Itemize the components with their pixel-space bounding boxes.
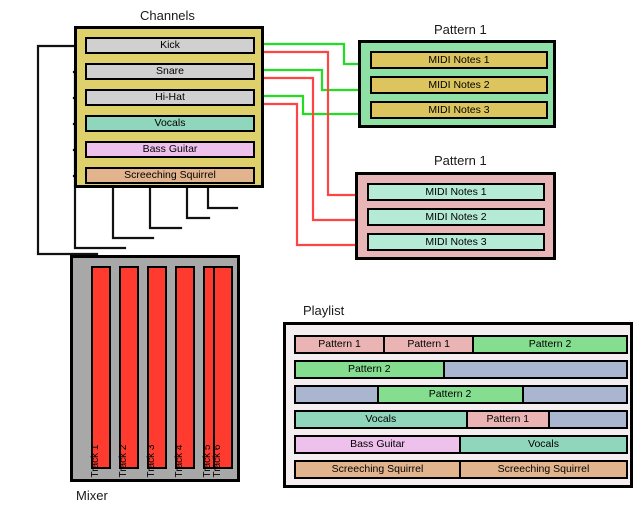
diagram-canvas: Channels Kick Snare Hi-Hat Vocals Bass G… [0,0,640,515]
playlist-row[interactable]: Pattern 2 [294,360,628,379]
playlist-empty-slot[interactable] [444,362,626,377]
channel-label: Snare [155,65,185,77]
playlist-clip[interactable]: Vocals [296,412,468,427]
playlist-empty-slot[interactable] [550,412,626,427]
midi-notes-row[interactable]: MIDI Notes 2 [370,76,548,94]
midi-notes-label: MIDI Notes 3 [428,103,490,116]
pattern-top-title: Pattern 1 [434,22,487,37]
playlist-row[interactable]: Vocals Pattern 1 [294,410,628,429]
playlist-clip[interactable]: Screeching Squirrel [296,462,461,477]
channel-label: Vocals [154,117,186,129]
midi-notes-label: MIDI Notes 3 [425,235,487,248]
pattern-panel-bottom: MIDI Notes 1 MIDI Notes 2 MIDI Notes 3 [355,172,556,260]
playlist-title: Playlist [303,303,345,318]
playlist-row[interactable]: Pattern 2 [294,385,628,404]
mixer-title: Mixer [76,488,108,503]
playlist-clip[interactable]: Pattern 1 [385,337,475,352]
mixer-panel: Track 1 Track 2 Track 3 Track 4 Track 5 … [70,255,240,482]
playlist-clip[interactable]: Screeching Squirrel [461,462,626,477]
wire-kick-to-midi1 [248,42,364,66]
mixer-track[interactable]: Track 4 [174,266,195,477]
mixer-track-label: Track 1 [90,444,101,478]
mixer-track[interactable]: Track 2 [118,266,139,477]
mixer-track-label: Track 2 [118,444,129,478]
playlist-clip[interactable]: Pattern 2 [296,362,445,377]
channel-label: Screeching Squirrel [124,169,216,181]
midi-notes-label: MIDI Notes 1 [425,185,487,198]
midi-notes-label: MIDI Notes 2 [428,78,490,91]
mixer-track-label: Track 6 [212,444,223,478]
playlist-clip[interactable]: Bass Guitar [296,437,461,452]
midi-notes-label: MIDI Notes 1 [428,53,490,66]
channel-label: Bass Guitar [142,143,198,155]
channel-vocals[interactable]: Vocals [85,115,255,132]
channel-kick[interactable]: Kick [85,37,255,54]
playlist-row[interactable]: Bass Guitar Vocals [294,435,628,454]
playlist-row[interactable]: Pattern 1 Pattern 1 Pattern 2 [294,335,628,354]
wire-group-channels-to-pattern-top [248,42,364,116]
channel-label: Hi-Hat [155,91,185,103]
mixer-track-label: Track 4 [174,444,185,478]
midi-notes-row[interactable]: MIDI Notes 3 [370,101,548,119]
mixer-track[interactable]: Track 1 [90,266,111,477]
channel-bass-guitar[interactable]: Bass Guitar [85,141,255,158]
channel-hi-hat[interactable]: Hi-Hat [85,89,255,106]
playlist-row[interactable]: Screeching Squirrel Screeching Squirrel [294,460,628,479]
playlist-empty-slot[interactable] [296,387,379,402]
channels-panel: Kick Snare Hi-Hat Vocals Bass Guitar Scr… [74,26,264,188]
channel-snare[interactable]: Snare [85,63,255,80]
wire-group-channels-to-pattern-bottom [248,50,362,247]
midi-notes-row[interactable]: MIDI Notes 1 [370,51,548,69]
playlist-clip[interactable]: Pattern 1 [296,337,386,352]
channel-screeching-squirrel[interactable]: Screeching Squirrel [85,167,255,184]
mixer-track[interactable]: Track 3 [146,266,167,477]
wire-hihat-to-midi3-b [248,102,362,247]
playlist-clip[interactable]: Pattern 1 [467,412,551,427]
channel-label: Kick [160,39,180,51]
playlist-clip[interactable]: Pattern 2 [474,337,626,352]
pattern-panel-top: MIDI Notes 1 MIDI Notes 2 MIDI Notes 3 [358,40,556,128]
mixer-track-label: Track 3 [146,444,157,478]
wire-snare-to-midi2 [248,68,364,92]
channels-title: Channels [140,8,195,23]
playlist-clip[interactable]: Vocals [461,437,626,452]
pattern-bottom-title: Pattern 1 [434,153,487,168]
playlist-empty-slot[interactable] [523,387,626,402]
wire-snare-to-midi2-b [248,76,362,222]
midi-notes-row[interactable]: MIDI Notes 2 [367,208,545,226]
midi-notes-row[interactable]: MIDI Notes 1 [367,183,545,201]
midi-notes-row[interactable]: MIDI Notes 3 [367,233,545,251]
midi-notes-label: MIDI Notes 2 [425,210,487,223]
playlist-panel: Pattern 1 Pattern 1 Pattern 2 Pattern 2 Pa… [283,322,633,488]
wire-hihat-to-midi3 [248,94,364,116]
wire-kick-to-midi1-b [248,50,362,197]
playlist-clip[interactable]: Pattern 2 [378,387,524,402]
mixer-track[interactable]: Track 6 [212,266,233,477]
